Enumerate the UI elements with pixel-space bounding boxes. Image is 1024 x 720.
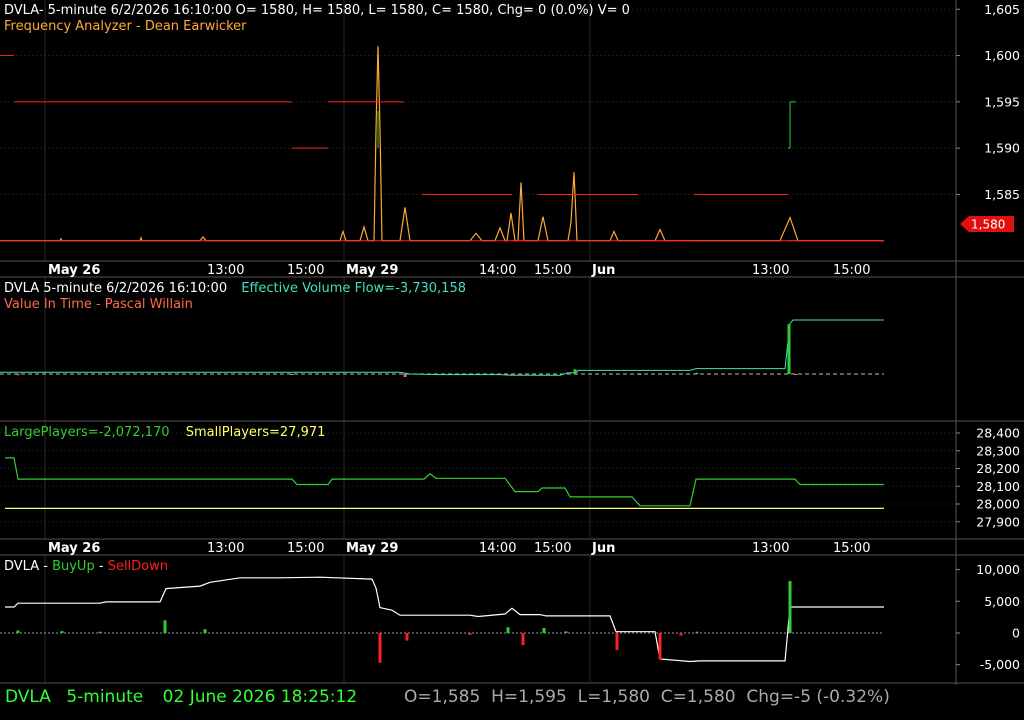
buyup-bar <box>564 631 568 633</box>
time-label: 13:00 <box>207 541 244 556</box>
selldown-bar <box>615 633 619 651</box>
selldown-bar <box>679 633 683 636</box>
value-in-time-bar <box>290 374 294 375</box>
value-in-time-bar <box>638 374 642 375</box>
time-label: 15:00 <box>534 263 571 278</box>
time-label: 15:00 <box>833 541 870 556</box>
volume-flow-header-text: DVLA 5-minute 6/2/2026 16:10:00 <box>4 281 227 296</box>
y-tick-label: 1,595 <box>984 94 1020 109</box>
value-in-time-bar <box>403 374 407 377</box>
y-tick-label: -5,000 <box>980 657 1020 672</box>
legend-buyup: BuyUp <box>52 559 95 574</box>
status-datetime: 02 June 2026 18:25:12 <box>163 687 357 707</box>
price-pane-header: DVLA- 5-minute 6/2/2026 16:10:00 O= 1580… <box>4 3 630 18</box>
players-legend: LargePlayers=-2,072,170 SmallPlayers=27,… <box>4 425 325 440</box>
legend-symbol: DVLA <box>4 559 39 574</box>
y-tick-label: 0 <box>1012 626 1020 641</box>
y-tick-label: 1,585 <box>984 187 1020 202</box>
y-tick-label: 1,605 <box>984 2 1020 17</box>
last-price-label: 1,580 <box>971 218 1005 232</box>
buyup-selldown-legend: DVLA - BuyUp - SellDown <box>4 559 168 574</box>
selldown-bar <box>658 633 662 660</box>
time-label: 15:00 <box>287 263 324 278</box>
background <box>0 0 1024 720</box>
time-label: Jun <box>591 541 615 556</box>
buyup-bar <box>788 581 792 633</box>
buyup-bar <box>98 631 102 633</box>
small-players-label: SmallPlayers=27,971 <box>186 425 326 440</box>
time-label: May 26 <box>48 263 100 278</box>
time-label: 13:00 <box>752 263 789 278</box>
value-in-time-bar <box>573 369 577 374</box>
value-in-time-bar <box>794 374 798 375</box>
y-tick-label: 28,400 <box>976 426 1020 441</box>
buyup-bar <box>542 627 546 633</box>
status-symbol: DVLA <box>5 687 51 707</box>
legend-sep-2: - <box>99 559 104 574</box>
last-price-marker: 1,580 <box>960 216 1014 232</box>
time-label: 14:00 <box>479 263 516 278</box>
time-label: 15:00 <box>534 541 571 556</box>
value-in-time-bar <box>695 372 699 374</box>
y-tick-label: 1,600 <box>984 48 1020 63</box>
time-label: 13:00 <box>207 263 244 278</box>
effective-volume-flow-label: Effective Volume Flow=-3,730,158 <box>241 281 466 296</box>
value-in-time-bar <box>510 374 514 376</box>
status-quote: O=1,585 H=1,595 L=1,580 C=1,580 Chg=-5 (… <box>404 687 890 707</box>
buyup-bar <box>506 627 510 633</box>
y-tick-label: 27,900 <box>976 514 1020 529</box>
y-tick-label: 1,590 <box>984 141 1020 156</box>
buyup-bar <box>203 629 207 633</box>
time-label: 13:00 <box>752 541 789 556</box>
selldown-bar <box>468 633 472 635</box>
selldown-bar <box>405 633 409 641</box>
time-label: 15:00 <box>287 541 324 556</box>
buyup-bar <box>695 631 699 633</box>
y-tick-label: 5,000 <box>984 594 1020 609</box>
y-tick-label: 28,100 <box>976 479 1020 494</box>
time-label: May 29 <box>346 263 398 278</box>
legend-sep-1: - <box>43 559 52 574</box>
value-in-time-bar <box>787 324 791 374</box>
selldown-bar <box>378 633 382 663</box>
buyup-bar <box>163 620 167 633</box>
y-tick-label: 28,200 <box>976 461 1020 476</box>
status-interval: 5-minute <box>66 687 143 707</box>
time-label: May 26 <box>48 541 100 556</box>
buyup-bar <box>60 631 64 633</box>
y-tick-label: 28,300 <box>976 443 1020 458</box>
time-label: 14:00 <box>479 541 516 556</box>
legend-selldown: SellDown <box>108 559 168 574</box>
time-label: Jun <box>591 263 615 278</box>
y-tick-label: 28,000 <box>976 497 1020 512</box>
large-players-label: LargePlayers=-2,072,170 <box>4 425 170 440</box>
selldown-bar <box>521 633 525 646</box>
buyup-bar <box>16 630 20 633</box>
time-label: May 29 <box>346 541 398 556</box>
frequency-analyzer-title: Frequency Analyzer - Dean Earwicker <box>4 19 247 34</box>
value-in-time-title: Value In Time - Pascal Willain <box>4 297 193 312</box>
chart-canvas[interactable]: DVLA- 5-minute 6/2/2026 16:10:00 O= 1580… <box>0 0 1024 720</box>
time-label: 15:00 <box>833 263 870 278</box>
y-tick-label: 10,000 <box>976 562 1020 577</box>
value-in-time-bar <box>16 374 20 376</box>
